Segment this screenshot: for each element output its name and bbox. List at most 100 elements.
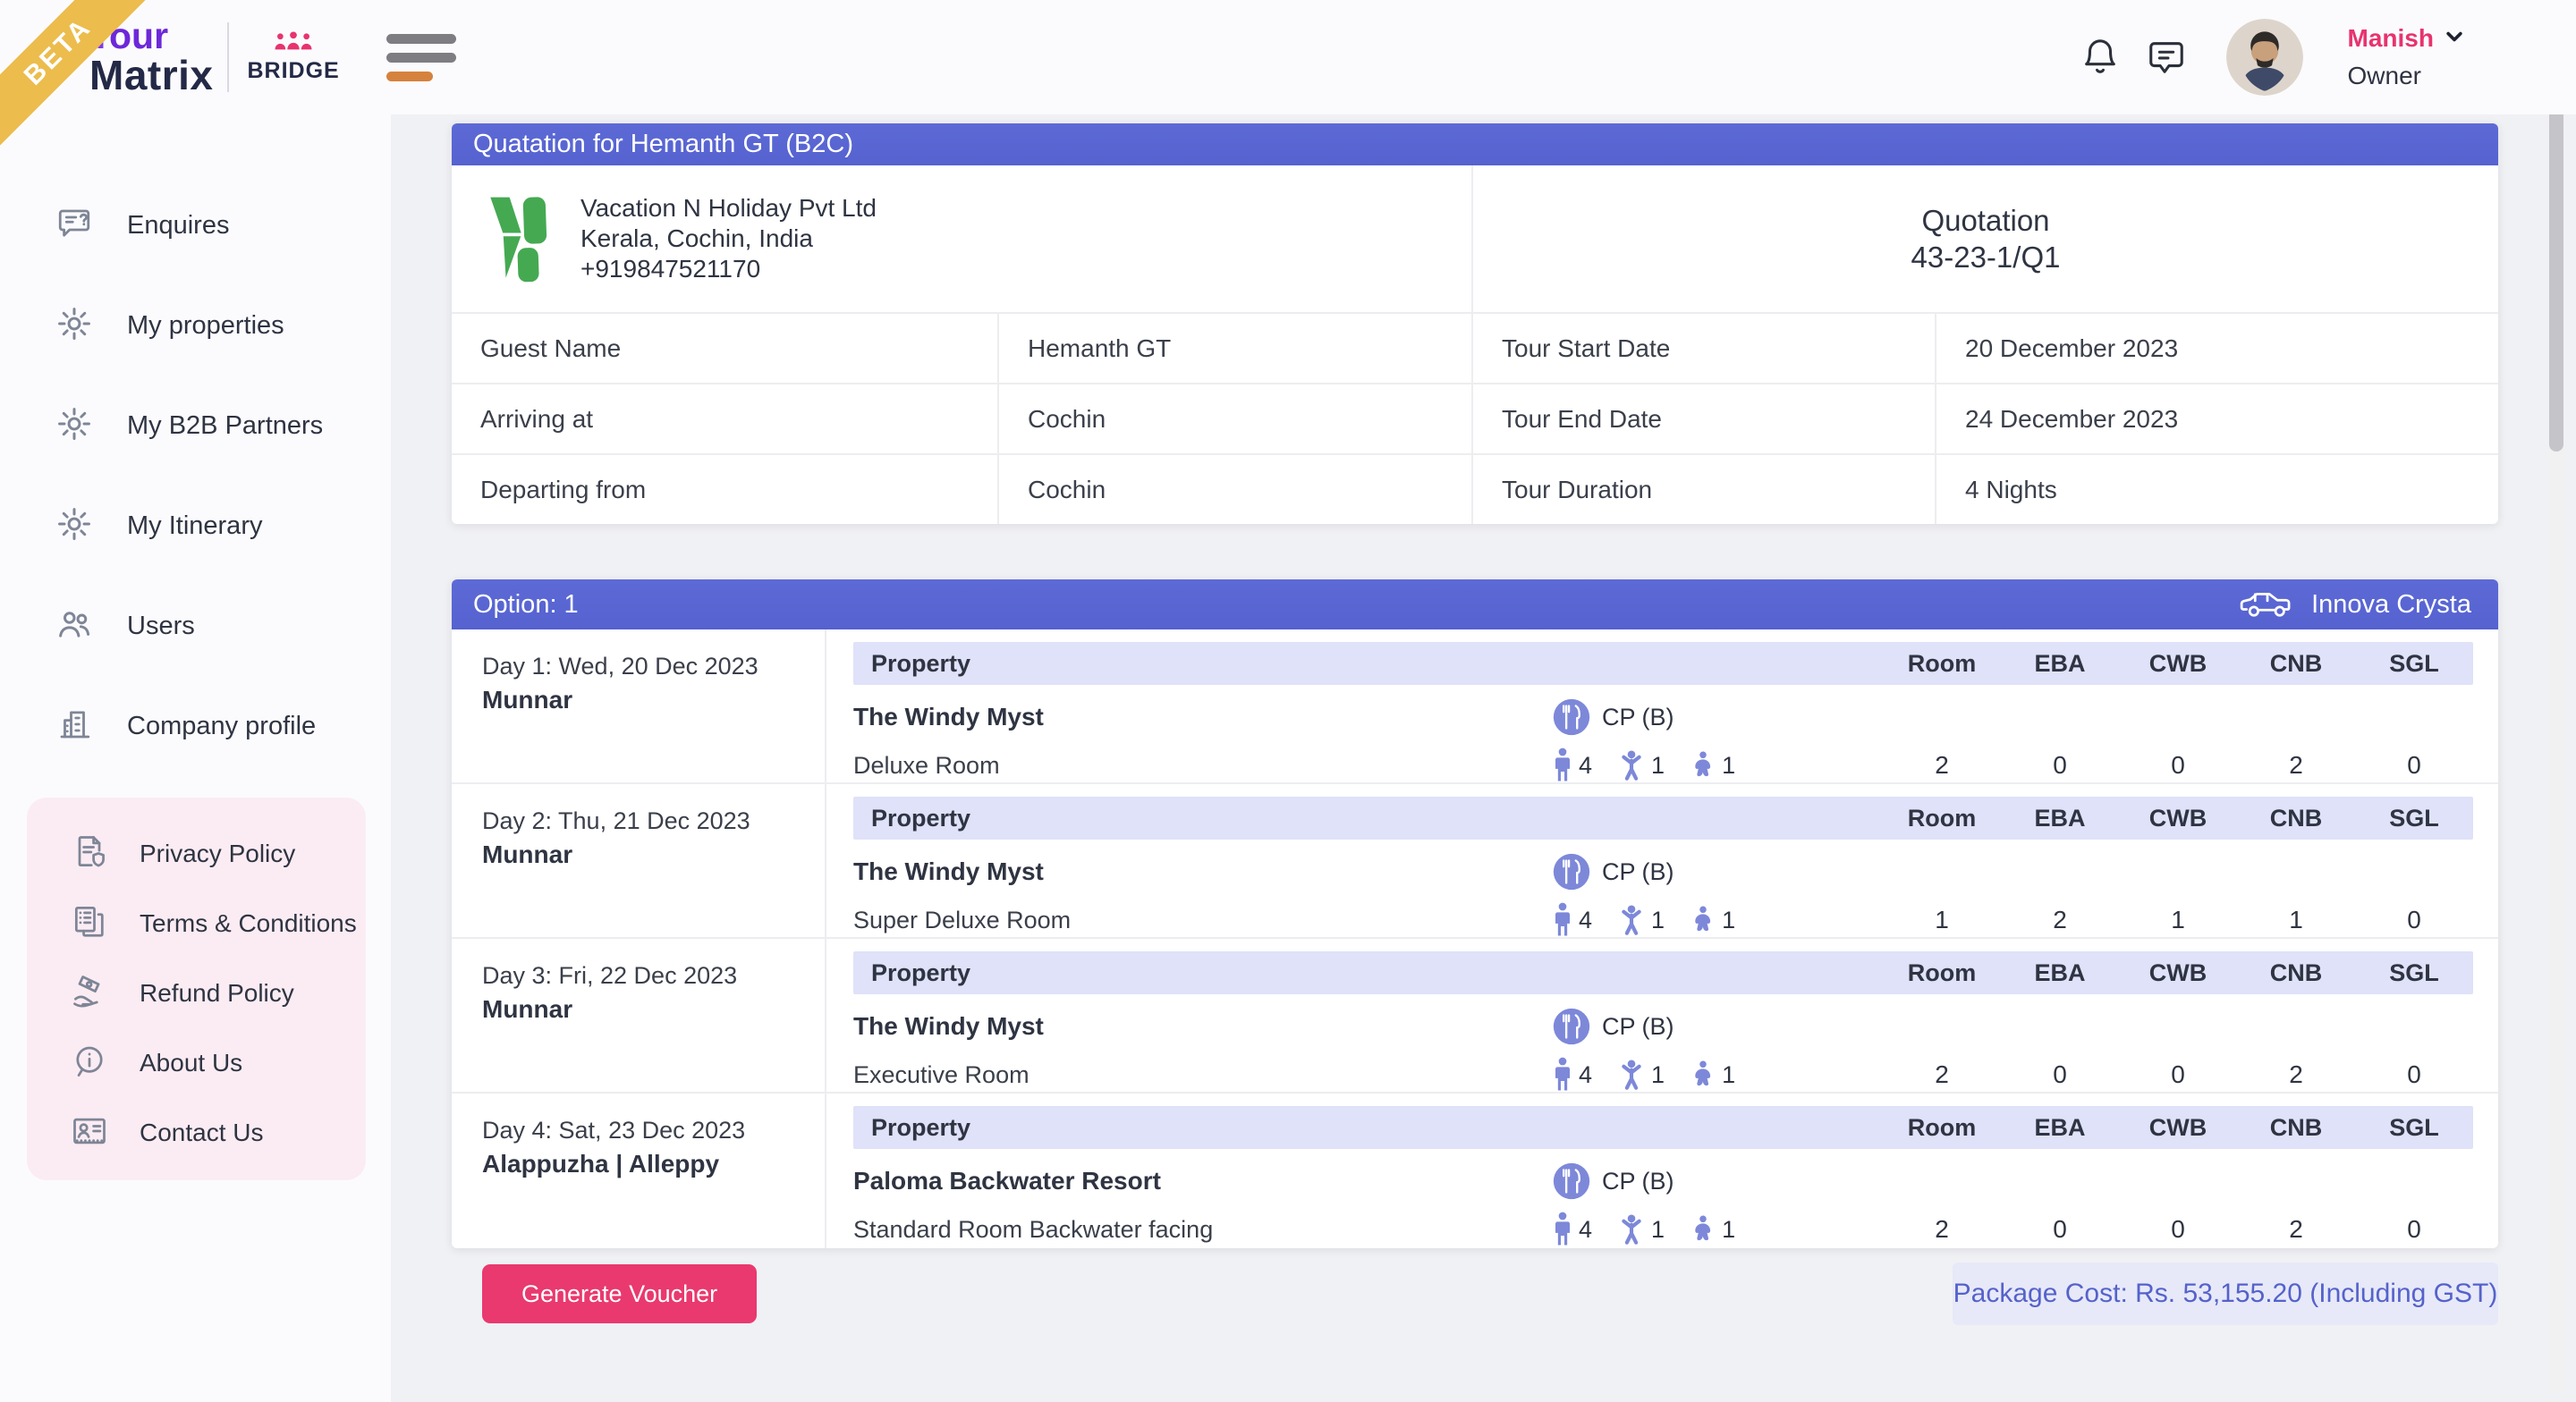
sidebar-item-about-us[interactable]: About Us <box>27 1028 366 1098</box>
sgl-value: 0 <box>2355 1215 2473 1244</box>
child-icon <box>1617 1212 1646 1247</box>
col-sgl: SGL <box>2355 650 2473 678</box>
property-block: Property Room EBA CWB CNB SGL The Windy … <box>826 939 2498 1092</box>
infant-count: 1 <box>1690 747 1735 783</box>
sidebar-item-users[interactable]: Users <box>0 594 391 658</box>
adult-count: 4 <box>1552 1057 1592 1093</box>
col-cwb: CWB <box>2119 805 2237 832</box>
quotation-card: Quatation for Hemanth GT (B2C) Vacation … <box>452 123 2498 524</box>
day-location: Munnar <box>482 686 825 714</box>
logo-divider <box>227 22 229 92</box>
document-shield-icon <box>70 832 109 876</box>
quotation-doc-number: 43-23-1/Q1 <box>1911 239 2061 275</box>
adult-icon <box>1552 902 1573 938</box>
sidebar-item-company-profile[interactable]: Company profile <box>0 694 391 758</box>
cnb-value: 2 <box>2237 751 2355 780</box>
sidebar-item-my-b2b-partners[interactable]: My B2B Partners <box>0 393 391 458</box>
infant-count: 1 <box>1690 902 1735 938</box>
sidebar-item-my-itinerary[interactable]: My Itinerary <box>0 494 391 558</box>
adult-count: 4 <box>1552 1212 1592 1247</box>
tour-info-table: Guest Name Hemanth GT Tour Start Date 20… <box>452 312 2498 524</box>
sidebar-item-terms-conditions[interactable]: Terms & Conditions <box>27 889 366 959</box>
option-title-bar: Option: 1 Innova Crysta <box>452 579 2498 629</box>
family-icon <box>273 30 314 56</box>
user-name: Manish <box>2348 24 2434 53</box>
info-value: Cochin <box>997 383 1471 453</box>
quotation-title-bar: Quatation for Hemanth GT (B2C) <box>452 123 2498 165</box>
col-sgl: SGL <box>2355 1114 2473 1142</box>
meal-plan-icon <box>1552 697 1591 737</box>
messages-icon[interactable] <box>2146 37 2187 78</box>
users-icon <box>55 605 93 647</box>
company-name: Vacation N Holiday Pvt Ltd <box>580 193 877 224</box>
quotation-footer: Generate Voucher Package Cost: Rs. 53,15… <box>452 1263 2498 1325</box>
generate-voucher-button[interactable]: Generate Voucher <box>482 1264 757 1323</box>
col-cwb: CWB <box>2119 1114 2237 1142</box>
meal-plan: CP (B) <box>1552 1161 1883 1201</box>
sidebar-item-contact-us[interactable]: Contact Us <box>27 1098 366 1168</box>
quotation-doc-label: Quotation <box>1921 202 2049 239</box>
chat-question-icon <box>55 205 93 247</box>
notification-bell-icon[interactable] <box>2080 37 2121 78</box>
sidebar-item-label: Users <box>127 612 195 641</box>
vehicle-block: Innova Crysta <box>2238 588 2477 621</box>
day-date-cell: Day 3: Fri, 22 Dec 2023 Munnar <box>452 939 826 1092</box>
col-sgl: SGL <box>2355 805 2473 832</box>
meal-plan-icon <box>1552 1007 1591 1046</box>
cnb-value: 2 <box>2237 1060 2355 1089</box>
infant-icon <box>1690 1057 1716 1093</box>
col-room: Room <box>1883 650 2001 678</box>
meal-plan-icon <box>1552 852 1591 891</box>
room-value: 1 <box>1883 906 2001 934</box>
adult-count: 4 <box>1552 902 1592 938</box>
sidebar-item-label: Company profile <box>127 712 316 741</box>
info-label: Departing from <box>452 453 997 524</box>
day-date: Day 4: Sat, 23 Dec 2023 <box>482 1117 825 1144</box>
policy-item-label: Refund Policy <box>140 979 294 1008</box>
contact-card-icon <box>70 1111 109 1155</box>
property-block: Property Room EBA CWB CNB SGL Paloma Bac… <box>826 1094 2498 1248</box>
room-value: 2 <box>1883 751 2001 780</box>
cnb-value: 2 <box>2237 1215 2355 1244</box>
chevron-down-icon <box>2445 27 2464 51</box>
cnb-value: 1 <box>2237 906 2355 934</box>
policy-panel: Privacy Policy Terms & Conditions Refund… <box>27 798 366 1180</box>
gear-icon <box>55 505 93 547</box>
sidebar-item-privacy-policy[interactable]: Privacy Policy <box>27 819 366 889</box>
sidebar-item-enquires[interactable]: Enquires <box>0 193 391 258</box>
room-type: Deluxe Room <box>853 752 1552 780</box>
sidebar-item-my-properties[interactable]: My properties <box>0 293 391 358</box>
building-icon <box>55 705 93 747</box>
child-icon <box>1617 902 1646 938</box>
vertical-scrollbar[interactable] <box>2547 79 2565 1393</box>
property-column-label: Property <box>853 650 1552 678</box>
property-header-row: Property Room EBA CWB CNB SGL <box>853 797 2473 840</box>
meal-plan-text: CP (B) <box>1602 858 1674 886</box>
col-room: Room <box>1883 1114 2001 1142</box>
day-date-cell: Day 2: Thu, 21 Dec 2023 Munnar <box>452 784 826 937</box>
meal-plan: CP (B) <box>1552 1007 1883 1046</box>
property-name: The Windy Myst <box>853 857 1552 886</box>
quotation-number-block: Quotation 43-23-1/Q1 <box>1471 165 2498 312</box>
day-row-4: Day 4: Sat, 23 Dec 2023 Alappuzha | Alle… <box>452 1094 2498 1248</box>
info-label: Tour Start Date <box>1471 312 1935 383</box>
cwb-value: 0 <box>2119 1215 2237 1244</box>
day-date: Day 2: Thu, 21 Dec 2023 <box>482 807 825 835</box>
info-label: Tour Duration <box>1471 453 1935 524</box>
eba-value: 0 <box>2001 751 2119 780</box>
top-right-actions: Manish Owner <box>2080 19 2464 96</box>
scrollbar-thumb[interactable] <box>2549 80 2563 452</box>
bridge-label: BRIDGE <box>247 58 339 84</box>
col-cnb: CNB <box>2237 1114 2355 1142</box>
hamburger-menu-icon[interactable] <box>386 34 456 81</box>
infant-icon <box>1690 747 1716 783</box>
user-menu[interactable]: Manish Owner <box>2348 24 2464 90</box>
info-value: 4 Nights <box>1935 453 2498 524</box>
day-location: Alappuzha | Alleppy <box>482 1150 825 1178</box>
info-label: Arriving at <box>452 383 997 453</box>
avatar[interactable] <box>2226 19 2303 96</box>
sidebar-item-label: My Itinerary <box>127 511 262 541</box>
company-logo-icon <box>482 192 552 285</box>
info-label: Guest Name <box>452 312 997 383</box>
sidebar-item-refund-policy[interactable]: Refund Policy <box>27 959 366 1028</box>
